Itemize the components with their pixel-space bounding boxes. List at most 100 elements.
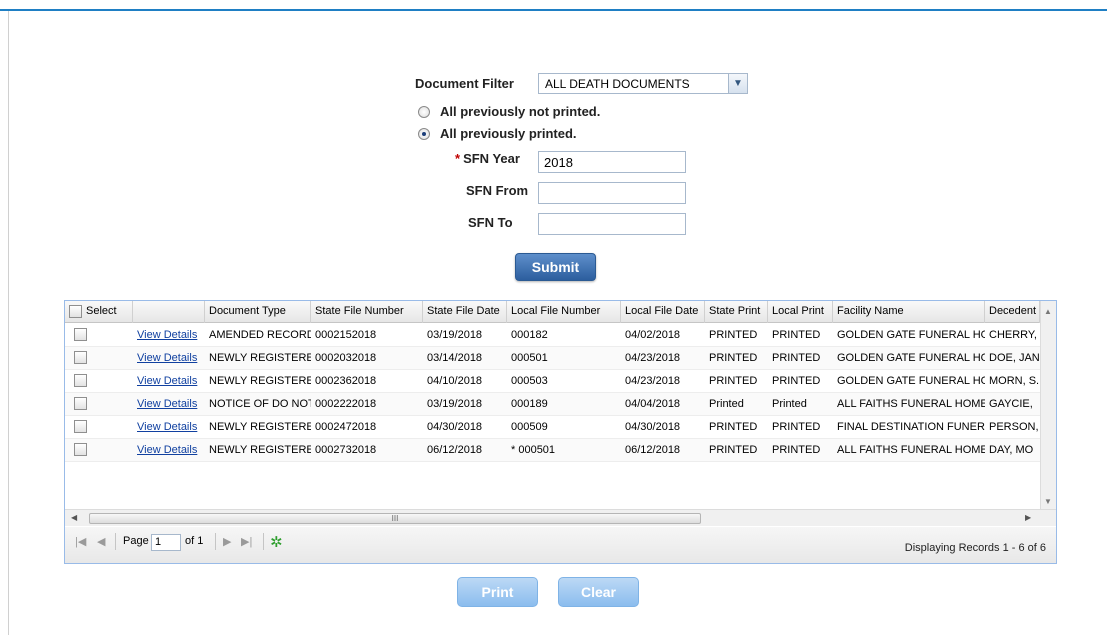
cell-local-file-date: 06/12/2018 [625,444,681,456]
header-facility-name[interactable]: Facility Name [833,301,985,323]
document-filter-value: ALL DEATH DOCUMENTS [545,77,690,91]
row-checkbox[interactable] [74,328,87,341]
cell-state-file-number: 0002732018 [315,444,377,456]
display-records-text: Displaying Records 1 - 6 of 6 [904,542,1046,554]
header-document-type[interactable]: Document Type [205,301,311,323]
cell-local-file-date: 04/02/2018 [625,329,681,341]
cell-state-file-date: 03/19/2018 [427,398,483,410]
cell-local-file-number: 000182 [511,329,548,341]
pager-separator [263,533,264,550]
header-state-file-date[interactable]: State File Date [423,301,507,323]
cell-document-type: NEWLY REGISTERE [209,352,311,364]
radio-not-printed[interactable] [418,106,430,118]
row-checkbox[interactable] [74,397,87,410]
horizontal-scroll-thumb[interactable]: III [89,513,701,524]
cell-state-file-date: 04/10/2018 [427,375,483,387]
sfn-year-input[interactable]: 2018 [538,151,686,173]
cell-facility-name: FINAL DESTINATION FUNERAL [837,421,985,433]
last-page-icon[interactable]: ▶| [241,535,252,548]
previous-page-icon[interactable]: ◀ [97,535,105,548]
cell-decedent: DOE, JAN [989,352,1040,364]
chevron-down-icon[interactable]: ▼ [728,74,747,93]
sfn-to-label: SFN To [468,215,513,230]
submit-button[interactable]: Submit [515,253,596,281]
clear-button[interactable]: Clear [558,577,639,607]
row-checkbox[interactable] [74,443,87,456]
table-row[interactable]: View Details NEWLY REGISTERE 0002732018 … [65,439,1040,462]
cell-local-file-date: 04/04/2018 [625,398,681,410]
page-label: Page [123,535,149,547]
sfn-to-input[interactable] [538,213,686,235]
cell-document-type: NEWLY REGISTERE [209,444,311,456]
row-checkbox[interactable] [74,351,87,364]
next-page-icon[interactable]: ▶ [223,535,231,548]
header-local-file-date[interactable]: Local File Date [621,301,705,323]
scroll-up-icon[interactable]: ▲ [1044,307,1052,316]
table-row[interactable]: View Details NEWLY REGISTERE 0002362018 … [65,370,1040,393]
header-decedent[interactable]: Decedent [985,301,1040,323]
print-button[interactable]: Print [457,577,538,607]
view-details-link[interactable]: View Details [133,393,205,416]
refresh-icon[interactable]: ✲ [270,533,283,551]
cell-facility-name: GOLDEN GATE FUNERAL HOM [837,375,985,387]
page-number-input[interactable]: 1 [151,534,181,551]
view-details-link[interactable]: View Details [133,324,205,347]
cell-local-print: PRINTED [772,421,821,433]
cell-local-print: PRINTED [772,352,821,364]
vertical-scrollbar[interactable]: ▲ ▼ [1040,301,1056,509]
view-details-link[interactable]: View Details [133,416,205,439]
page-count-label: of 1 [185,535,204,547]
cell-state-file-number: 0002032018 [315,352,377,364]
cell-facility-name: GOLDEN GATE FUNERAL HOM [837,329,985,341]
header-select[interactable]: Select [65,301,133,323]
cell-decedent: CHERRY, [989,329,1037,341]
header-local-print[interactable]: Local Print [768,301,833,323]
view-details-link[interactable]: View Details [133,439,205,462]
cell-document-type: NEWLY REGISTERE [209,375,311,387]
scroll-down-icon[interactable]: ▼ [1044,497,1052,506]
cell-state-print: PRINTED [709,352,758,364]
header-state-file-number[interactable]: State File Number [311,301,423,323]
header-state-print[interactable]: State Print [705,301,768,323]
cell-local-print: Printed [772,398,807,410]
document-filter-label: Document Filter [415,76,514,91]
cell-state-file-date: 03/19/2018 [427,329,483,341]
view-details-link[interactable]: View Details [133,370,205,393]
table-row[interactable]: View Details NEWLY REGISTERE 0002032018 … [65,347,1040,370]
radio-printed[interactable] [418,128,430,140]
document-filter-select[interactable]: ALL DEATH DOCUMENTS ▼ [538,73,748,94]
select-all-checkbox[interactable] [69,305,82,318]
view-details-link[interactable]: View Details [133,347,205,370]
sfn-from-input[interactable] [538,182,686,204]
cell-facility-name: ALL FAITHS FUNERAL HOME- [837,444,985,456]
required-mark: * [455,151,461,166]
sfn-year-label-text: SFN Year [463,151,520,166]
cell-local-file-date: 04/30/2018 [625,421,681,433]
horizontal-scrollbar[interactable]: ◀ III ▶ [65,509,1056,526]
radio-printed-label: All previously printed. [440,126,577,141]
header-actions [133,301,205,323]
cell-document-type: NEWLY REGISTERE [209,421,311,433]
first-page-icon[interactable]: |◀ [75,535,86,548]
cell-state-file-number: 0002362018 [315,375,377,387]
cell-local-file-date: 04/23/2018 [625,375,681,387]
table-row[interactable]: View Details AMENDED RECORD 0002152018 0… [65,324,1040,347]
row-checkbox[interactable] [74,420,87,433]
sfn-year-label: * SFN Year [455,151,520,166]
cell-facility-name: GOLDEN GATE FUNERAL HOM [837,352,985,364]
cell-state-file-date: 04/30/2018 [427,421,483,433]
header-local-file-number[interactable]: Local File Number [507,301,621,323]
cell-decedent: PERSON, [989,421,1039,433]
cell-local-print: PRINTED [772,375,821,387]
cell-decedent: DAY, MO [989,444,1034,456]
radio-not-printed-label: All previously not printed. [440,104,601,119]
table-row[interactable]: View Details NEWLY REGISTERE 0002472018 … [65,416,1040,439]
cell-state-file-number: 0002152018 [315,329,377,341]
table-row[interactable]: View Details NOTICE OF DO NOT 0002222018… [65,393,1040,416]
scroll-left-icon[interactable]: ◀ [71,513,77,522]
cell-decedent: MORN, S. [989,375,1040,387]
row-checkbox[interactable] [74,374,87,387]
sfn-from-label: SFN From [466,183,529,198]
pager-separator [215,533,216,550]
scroll-right-icon[interactable]: ▶ [1025,513,1031,522]
